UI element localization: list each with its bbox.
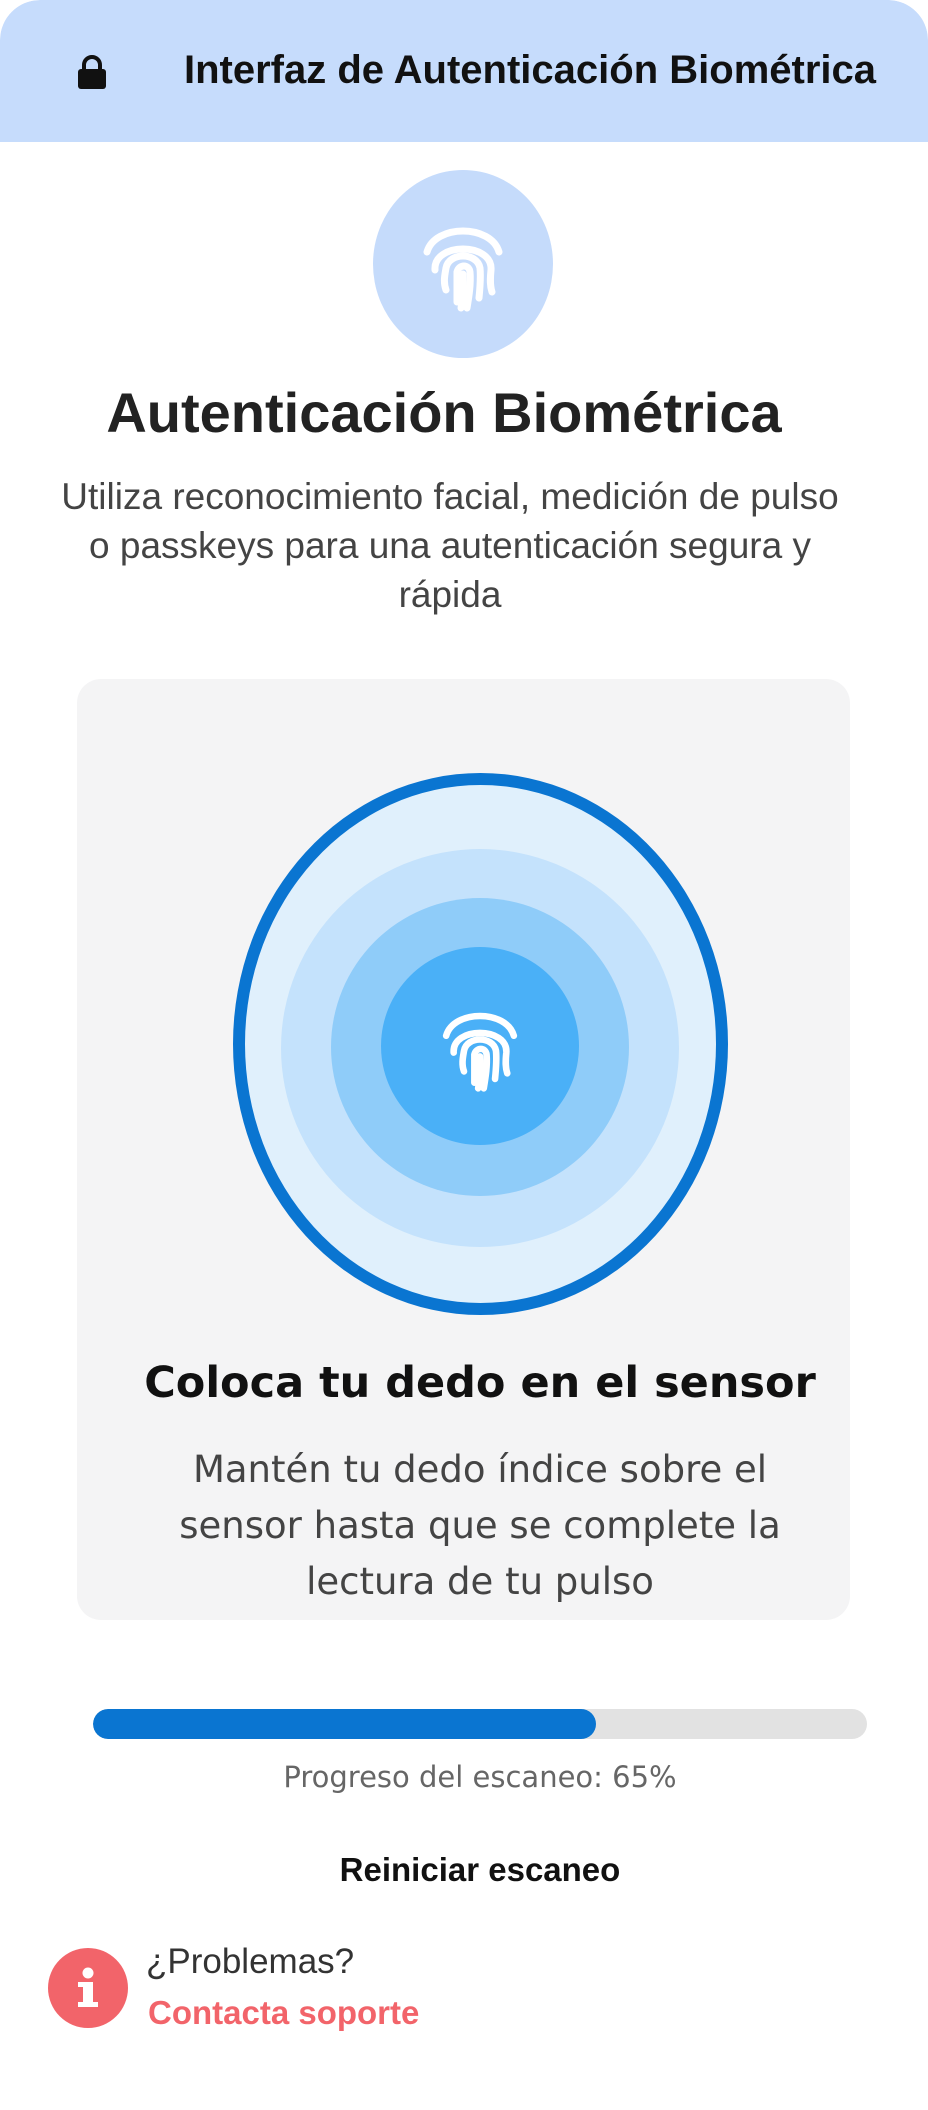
- fingerprint-icon: [433, 1000, 527, 1099]
- page-title: Autenticación Biométrica: [106, 381, 782, 444]
- fingerprint-icon: [373, 170, 553, 358]
- page-subtitle: Utiliza reconocimiento facial, medición …: [61, 476, 839, 615]
- biometric-auth-screen: Interfaz de Autenticación Biométrica Aut…: [0, 0, 928, 2110]
- header-title: Interfaz de Autenticación Biométrica: [184, 48, 876, 92]
- scan-progress-label: Progreso del escaneo: 65%: [283, 1760, 677, 1794]
- instruction-text: Mantén tu dedo índice sobre el sensor ha…: [179, 1448, 781, 1603]
- lock-icon: [76, 55, 108, 89]
- scan-progress-fill: [93, 1709, 597, 1739]
- contact-support-link[interactable]: Contacta soporte: [148, 1994, 419, 2032]
- restart-scan-button[interactable]: Reiniciar escaneo: [300, 1845, 660, 1895]
- app-header: Interfaz de Autenticación Biométrica: [0, 0, 928, 142]
- instruction-title: Coloca tu dedo en el sensor: [144, 1358, 816, 1408]
- scan-progress-bar: [93, 1709, 867, 1739]
- help-question: ¿Problemas?: [146, 1942, 355, 1981]
- info-icon: [48, 1948, 128, 2028]
